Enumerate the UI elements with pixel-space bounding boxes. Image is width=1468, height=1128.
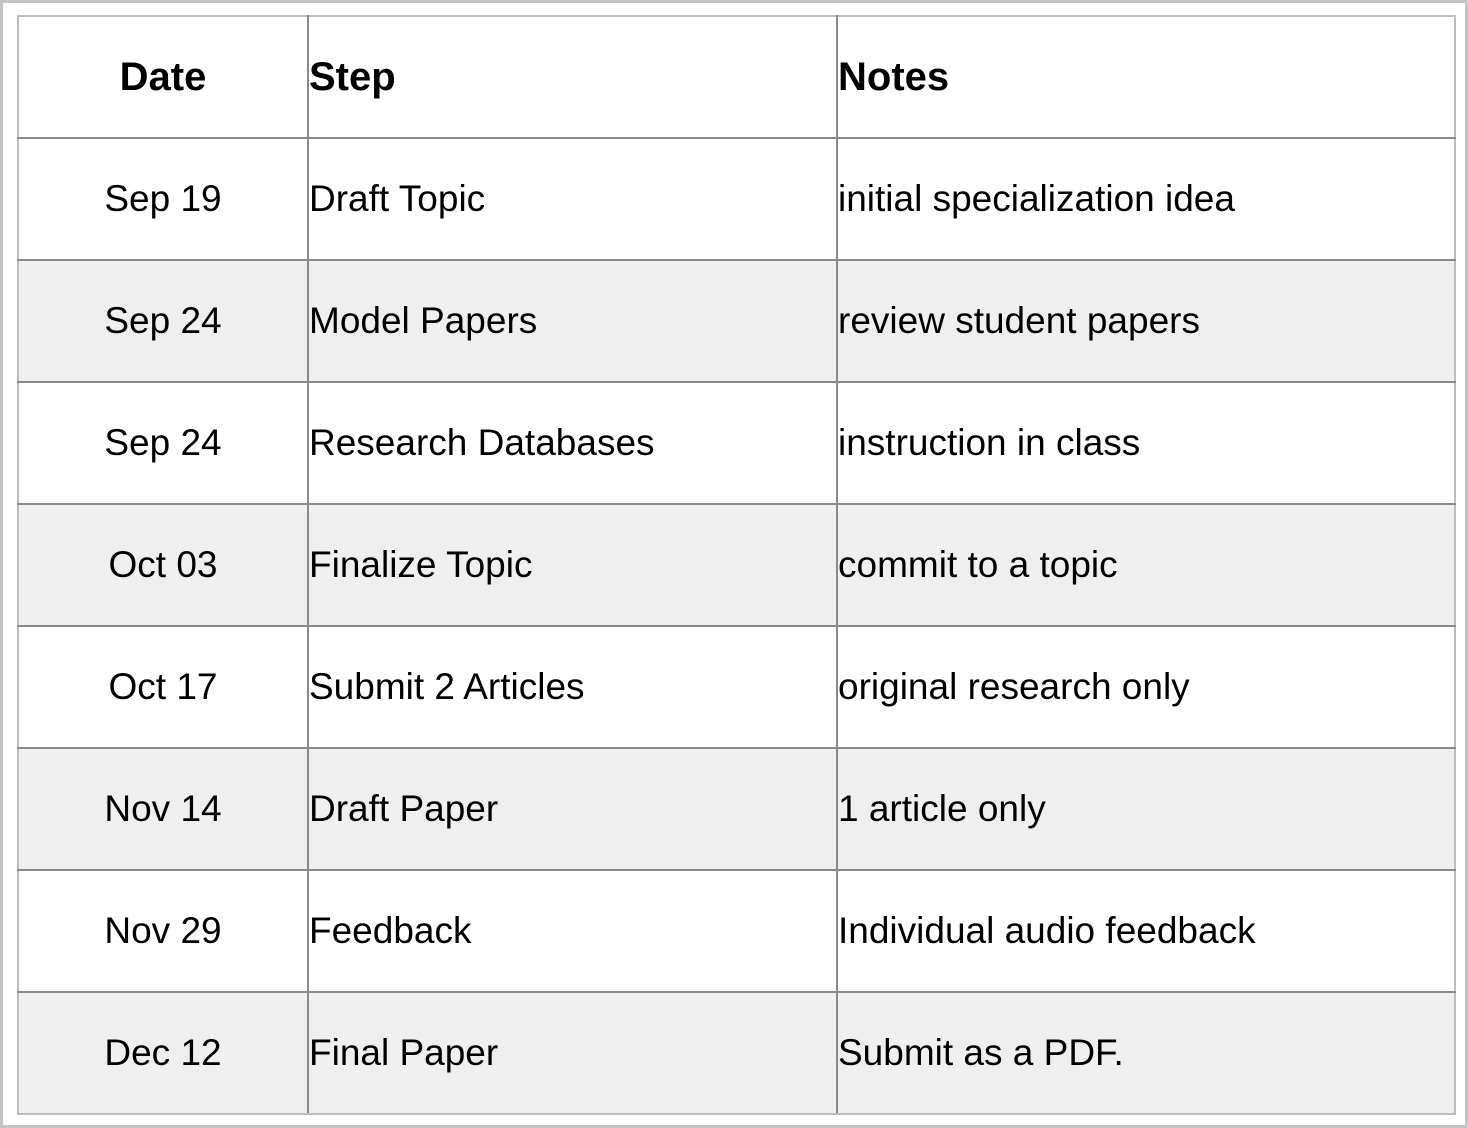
cell-date: Sep 24: [17, 381, 309, 505]
table-row: Dec 12 Final Paper Submit as a PDF.: [17, 991, 1456, 1115]
cell-step: Finalize Topic: [307, 503, 838, 627]
table-row: Sep 19 Draft Topic initial specializatio…: [17, 137, 1456, 261]
column-header-notes: Notes: [836, 15, 1456, 139]
cell-step: Draft Paper: [307, 747, 838, 871]
cell-notes: Submit as a PDF.: [836, 991, 1456, 1115]
cell-step: Submit 2 Articles: [307, 625, 838, 749]
cell-notes: review student papers: [836, 259, 1456, 383]
cell-notes: commit to a topic: [836, 503, 1456, 627]
cell-date: Sep 24: [17, 259, 309, 383]
cell-date: Oct 17: [17, 625, 309, 749]
cell-date: Nov 14: [17, 747, 309, 871]
column-header-step: Step: [307, 15, 838, 139]
cell-step: Final Paper: [307, 991, 838, 1115]
schedule-table: Date Step Notes Sep 19 Draft Topic initi…: [17, 15, 1456, 1115]
table-row: Nov 14 Draft Paper 1 article only: [17, 747, 1456, 871]
cell-date: Sep 19: [17, 137, 309, 261]
table-row: Sep 24 Model Papers review student paper…: [17, 259, 1456, 383]
cell-date: Nov 29: [17, 869, 309, 993]
cell-notes: 1 article only: [836, 747, 1456, 871]
cell-date: Dec 12: [17, 991, 309, 1115]
cell-step: Research Databases: [307, 381, 838, 505]
cell-step: Model Papers: [307, 259, 838, 383]
cell-notes: original research only: [836, 625, 1456, 749]
cell-notes: initial specialization idea: [836, 137, 1456, 261]
header-row: Date Step Notes: [17, 15, 1456, 139]
column-header-date: Date: [17, 15, 309, 139]
cell-notes: Individual audio feedback: [836, 869, 1456, 993]
cell-notes: instruction in class: [836, 381, 1456, 505]
cell-date: Oct 03: [17, 503, 309, 627]
table-row: Nov 29 Feedback Individual audio feedbac…: [17, 869, 1456, 993]
table-row: Oct 17 Submit 2 Articles original resear…: [17, 625, 1456, 749]
cell-step: Feedback: [307, 869, 838, 993]
table-row: Oct 03 Finalize Topic commit to a topic: [17, 503, 1456, 627]
table-row: Sep 24 Research Databases instruction in…: [17, 381, 1456, 505]
cell-step: Draft Topic: [307, 137, 838, 261]
